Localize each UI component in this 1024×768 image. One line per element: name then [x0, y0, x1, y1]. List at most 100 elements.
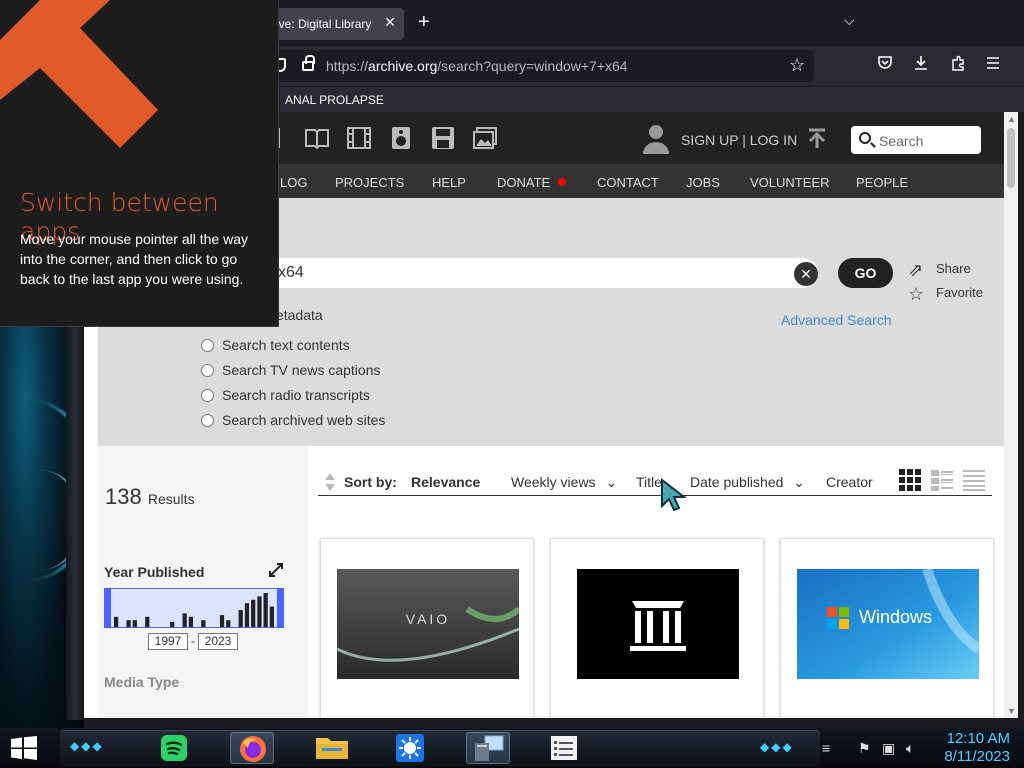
spotify-button[interactable] — [153, 732, 197, 764]
downloads-icon[interactable] — [910, 55, 932, 76]
switch-apps-tip[interactable]: Switch between apps Move your mouse poin… — [0, 0, 279, 327]
list-app-button[interactable] — [542, 732, 586, 764]
pocket-icon[interactable] — [874, 55, 896, 76]
advanced-search-link[interactable]: Advanced Search — [781, 312, 892, 328]
nav-help[interactable]: HELP — [432, 175, 466, 190]
video-icon[interactable] — [346, 126, 372, 150]
histogram-bar[interactable] — [188, 616, 193, 627]
tile-view-icon[interactable] — [898, 468, 922, 492]
list-detail-view-icon[interactable] — [930, 468, 954, 492]
texts-icon[interactable] — [304, 126, 330, 150]
tab-close-icon[interactable]: ✕ — [382, 14, 398, 31]
histogram-bar[interactable] — [219, 615, 225, 627]
nav-jobs[interactable]: JOBS — [686, 175, 720, 190]
histogram-bar[interactable] — [132, 620, 137, 627]
histogram-bar[interactable] — [145, 616, 150, 627]
url-text[interactable]: https://archive.org/search?query=window+… — [326, 58, 628, 74]
show-hidden-icons[interactable]: ≡ — [822, 740, 830, 756]
histogram-bar[interactable] — [170, 621, 175, 627]
taskbar-decoration: ◆◆◆ — [760, 740, 794, 754]
radio-tv-captions[interactable]: Search TV news captions — [201, 362, 381, 378]
year-published-heading: Year Published — [104, 564, 205, 580]
list-compact-view-icon[interactable] — [962, 468, 986, 492]
nav-projects[interactable]: PROJECTS — [335, 175, 404, 190]
nav-contact[interactable]: CONTACT — [597, 175, 659, 190]
star-icon: ☆ — [908, 284, 925, 304]
new-tab-button[interactable]: + — [418, 12, 430, 32]
histogram-bar[interactable] — [238, 610, 243, 627]
sort-direction-icon[interactable] — [324, 472, 336, 492]
nav-donate[interactable]: DONATE — [497, 175, 567, 190]
share-button[interactable]: ⇗ Share — [908, 260, 971, 281]
firefox-button[interactable] — [230, 732, 274, 764]
firefox-icon — [240, 736, 266, 762]
flag-icon[interactable]: ⚑ — [858, 740, 871, 757]
lock-icon[interactable] — [302, 55, 315, 71]
histogram-bar[interactable] — [251, 599, 256, 627]
histogram-bar[interactable] — [257, 596, 262, 627]
search-metadata-label[interactable]: etadata — [276, 307, 323, 323]
favorite-button[interactable]: ☆ Favorite — [908, 284, 983, 305]
audio-icon[interactable] — [388, 126, 414, 150]
result-tile[interactable]: Windows — [780, 538, 994, 718]
sort-title[interactable]: Title — [636, 474, 662, 490]
weather-button[interactable] — [388, 732, 432, 764]
expand-icon[interactable] — [268, 562, 284, 578]
bookmark-item[interactable]: ANAL PROLAPSE — [285, 93, 384, 107]
result-tile[interactable]: VAIO — [320, 538, 534, 718]
sort-weekly-views[interactable]: Weekly views ⌄ — [511, 474, 617, 491]
result-tile[interactable] — [550, 538, 764, 718]
histogram-bar[interactable] — [126, 620, 131, 627]
menu-icon[interactable] — [982, 55, 1004, 76]
scroll-up-icon: ▲ — [1007, 114, 1016, 124]
sort-creator[interactable]: Creator — [826, 474, 873, 490]
histogram-bar[interactable] — [244, 603, 250, 627]
header-search-input[interactable]: Search — [851, 126, 981, 154]
histogram-left-handle[interactable] — [105, 589, 111, 627]
radio-text-contents[interactable]: Search text contents — [201, 337, 350, 353]
remote-desktop-button[interactable] — [466, 732, 510, 764]
clock-date: 8/11/2023 — [944, 748, 1010, 765]
histogram-bar[interactable] — [269, 606, 274, 627]
radio-web-sites[interactable]: Search archived web sites — [201, 412, 385, 428]
nav-volunteer[interactable]: VOLUNTEER — [750, 175, 829, 190]
nav-people[interactable]: PEOPLE — [856, 175, 908, 190]
clock[interactable]: 12:10 AM 8/11/2023 — [930, 730, 1010, 766]
list-icon — [551, 736, 577, 760]
images-icon[interactable] — [472, 126, 498, 150]
bookmark-star-icon[interactable]: ☆ — [789, 55, 805, 76]
histogram-bar[interactable] — [226, 620, 231, 627]
extensions-icon[interactable] — [947, 55, 969, 76]
radio-button[interactable] — [201, 364, 214, 377]
signup-login-link[interactable]: SIGN UP | LOG IN — [681, 132, 797, 148]
network-icon[interactable]: ▣ — [882, 740, 895, 757]
year-histogram[interactable] — [104, 588, 284, 628]
histogram-bar[interactable] — [263, 593, 268, 627]
histogram-bar[interactable] — [114, 616, 119, 627]
file-explorer-button[interactable] — [310, 732, 354, 764]
radio-radio-transcripts[interactable]: Search radio transcripts — [201, 387, 370, 403]
histogram-bar[interactable] — [182, 613, 187, 627]
sort-date-published[interactable]: Date published ⌄ — [690, 474, 805, 491]
software-icon[interactable] — [430, 126, 456, 150]
year-to-input[interactable]: 2023 — [198, 633, 238, 650]
go-button[interactable]: GO — [838, 258, 893, 288]
upload-icon[interactable] — [806, 128, 828, 150]
nav-blog[interactable]: LOG — [280, 175, 307, 190]
page-scrollbar[interactable]: ▲ ▼ — [1004, 112, 1018, 718]
radio-button[interactable] — [201, 339, 214, 352]
radio-button[interactable] — [201, 389, 214, 402]
user-avatar-icon[interactable] — [642, 124, 670, 154]
start-button[interactable] — [10, 736, 38, 765]
histogram-right-handle[interactable] — [277, 589, 283, 627]
list-all-tabs-button[interactable]: ⌵ — [844, 12, 855, 29]
year-from-input[interactable]: 1997 — [148, 633, 188, 650]
histogram-bar[interactable] — [201, 620, 206, 627]
radio-button[interactable] — [201, 414, 214, 427]
scrollbar-thumb[interactable] — [1007, 128, 1015, 188]
sort-relevance[interactable]: Relevance — [411, 474, 480, 490]
mouse-cursor-icon — [661, 478, 687, 512]
clear-search-button[interactable]: ✕ — [794, 262, 818, 286]
weather-icon — [396, 734, 424, 762]
volume-icon[interactable]: 🔈︎ — [906, 740, 914, 757]
